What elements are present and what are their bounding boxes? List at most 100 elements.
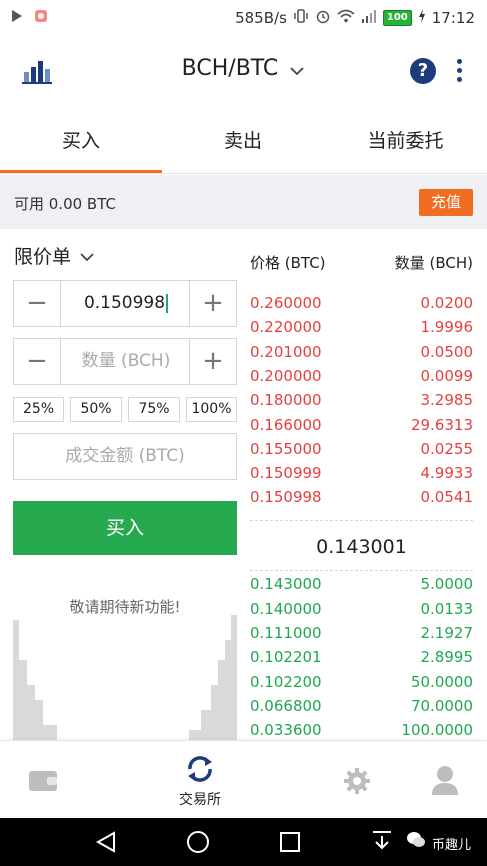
text-cursor: [166, 293, 169, 313]
ask-qty: 0.0200: [420, 294, 474, 312]
nav-exchange[interactable]: 交易所: [160, 741, 240, 819]
wallet-icon: [29, 769, 57, 795]
exchange-refresh-icon: [184, 753, 216, 789]
home-icon[interactable]: [186, 830, 210, 858]
ask-price: 0.150998: [250, 488, 322, 506]
ask-row[interactable]: 0.180000 3.2985: [250, 391, 473, 415]
bid-row[interactable]: 0.066800 70.0000: [250, 697, 473, 721]
ask-price: 0.201000: [250, 343, 322, 361]
ask-price: 0.150999: [250, 464, 322, 482]
price-stepper: − 0.150998 +: [13, 280, 237, 327]
price-decrease-button[interactable]: −: [14, 281, 61, 326]
percent-50-button[interactable]: 50%: [70, 397, 122, 422]
network-speed: 585B/s: [235, 9, 287, 27]
bid-price: 0.102200: [250, 673, 322, 691]
ask-price: 0.200000: [250, 367, 322, 385]
wifi-icon: [337, 9, 355, 27]
clock-time: 17:12: [431, 9, 475, 27]
gear-icon: [343, 767, 371, 799]
recent-apps-icon[interactable]: [279, 831, 301, 857]
last-price: 0.143001: [316, 536, 407, 558]
bottom-navigation: 交易所: [0, 740, 487, 818]
bid-qty: 100.0000: [401, 721, 473, 739]
app-notification-icon: [34, 9, 48, 27]
status-bar: 585B/s 100 17:12: [0, 0, 487, 34]
bid-price: 0.066800: [250, 697, 322, 715]
price-column-header: 价格 (BTC): [250, 254, 326, 272]
available-balance: 可用 0.00 BTC: [14, 195, 116, 213]
coming-soon-text: 敬请期待新功能!: [69, 598, 181, 616]
system-navigation-bar: 币趣儿: [0, 818, 487, 866]
help-icon[interactable]: ?: [410, 58, 436, 84]
ask-qty: 3.2985: [420, 391, 474, 409]
pair-title: BCH/BTC: [181, 56, 279, 81]
ask-row[interactable]: 0.166000 29.6313: [250, 416, 473, 440]
bid-row[interactable]: 0.143000 5.0000: [250, 575, 473, 599]
ask-qty: 0.0255: [420, 440, 474, 458]
chevron-down-icon: [289, 57, 305, 82]
buy-button[interactable]: 买入: [13, 501, 237, 555]
bid-qty: 50.0000: [410, 673, 473, 691]
divider: [250, 520, 473, 521]
bid-row[interactable]: 0.102200 50.0000: [250, 673, 473, 697]
active-tab-indicator: [0, 170, 162, 173]
quantity-increase-button[interactable]: +: [189, 339, 236, 384]
price-input[interactable]: 0.150998: [62, 281, 190, 326]
price-increase-button[interactable]: +: [189, 281, 236, 326]
ask-qty: 1.9996: [420, 318, 474, 336]
nav-settings[interactable]: [320, 741, 396, 819]
depth-chart: [13, 615, 237, 740]
battery-icon: 100: [382, 10, 412, 26]
recharge-button[interactable]: 充值: [419, 189, 473, 216]
nav-profile[interactable]: [406, 741, 487, 819]
trade-tabs: 买入 卖出 当前委托: [0, 112, 487, 174]
ask-row[interactable]: 0.260000 0.0200: [250, 294, 473, 318]
bid-row[interactable]: 0.140000 0.0133: [250, 600, 473, 624]
ask-row[interactable]: 0.201000 0.0500: [250, 343, 473, 367]
price-value: 0.150998: [83, 293, 166, 313]
bid-qty: 5.0000: [420, 575, 474, 593]
bid-qty: 2.1927: [420, 624, 474, 642]
divider: [250, 570, 473, 571]
ask-row[interactable]: 0.220000 1.9996: [250, 318, 473, 342]
alarm-icon: [315, 8, 331, 28]
ask-price: 0.180000: [250, 391, 322, 409]
ask-price: 0.155000: [250, 440, 322, 458]
available-balance-bar: 可用 0.00 BTC 充值: [0, 175, 487, 229]
app-header: BCH/BTC ?: [0, 34, 487, 106]
order-type-select[interactable]: 限价单: [14, 242, 95, 269]
quantity-input[interactable]: 数量 (BCH): [62, 339, 190, 384]
vibrate-icon: [293, 8, 309, 28]
bid-row[interactable]: 0.102201 2.8995: [250, 648, 473, 672]
percent-100-button[interactable]: 100%: [186, 397, 237, 422]
bid-row[interactable]: 0.111000 2.1927: [250, 624, 473, 648]
play-store-icon: [10, 9, 24, 27]
bid-price: 0.143000: [250, 575, 322, 593]
tab-buy[interactable]: 买入: [0, 112, 162, 172]
ask-qty: 29.6313: [410, 416, 473, 434]
ask-row[interactable]: 0.150998 0.0541: [250, 488, 473, 512]
bid-price: 0.111000: [250, 624, 322, 642]
back-icon[interactable]: [95, 831, 117, 857]
user-profile-icon: [431, 765, 459, 799]
nav-wallet[interactable]: [0, 741, 86, 819]
ask-row[interactable]: 0.200000 0.0099: [250, 367, 473, 391]
ask-row[interactable]: 0.155000 0.0255: [250, 440, 473, 464]
ask-qty: 0.0500: [420, 343, 474, 361]
ask-row[interactable]: 0.150999 4.9933: [250, 464, 473, 488]
bid-qty: 2.8995: [420, 648, 474, 666]
quantity-stepper: − 数量 (BCH) +: [13, 338, 237, 385]
tab-sell[interactable]: 卖出: [162, 112, 324, 172]
ask-price: 0.220000: [250, 318, 322, 336]
percent-25-button[interactable]: 25%: [13, 397, 64, 422]
trade-amount-input[interactable]: 成交金额 (BTC): [13, 433, 237, 480]
order-type-label: 限价单: [14, 246, 72, 268]
tab-open-orders[interactable]: 当前委托: [324, 112, 487, 172]
watermark-text: 币趣儿: [432, 838, 472, 853]
percent-75-button[interactable]: 75%: [128, 397, 180, 422]
more-menu-icon[interactable]: [452, 57, 466, 85]
ask-qty: 0.0541: [420, 488, 474, 506]
chevron-down-icon: [79, 245, 95, 267]
notification-pulldown-icon[interactable]: [371, 830, 393, 858]
quantity-decrease-button[interactable]: −: [14, 339, 61, 384]
